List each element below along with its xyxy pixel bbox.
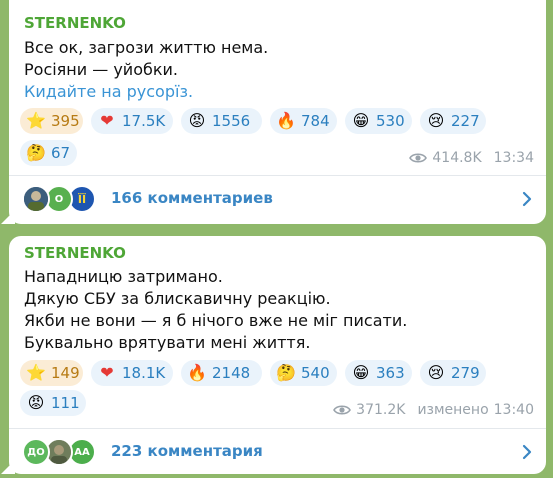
reaction-angry[interactable]: 😡 111 — [20, 390, 86, 416]
divider — [9, 175, 546, 176]
view-count: 371.2K — [356, 402, 406, 418]
heart-icon: ❤ — [100, 111, 114, 130]
heart-icon: ❤ — [100, 363, 114, 382]
message-text-line: Росіяни — уйобки. — [24, 60, 179, 79]
reaction-count: 540 — [301, 364, 330, 382]
avatar-photo-icon — [47, 440, 71, 464]
message-text-line: Буквально врятувати мені життя. — [24, 333, 311, 352]
grinning-face-icon: 😁 — [352, 363, 370, 382]
author-name[interactable]: STERNENKO — [24, 14, 126, 32]
edited-label: изменено — [417, 402, 489, 418]
crying-face-icon: 😢 — [427, 111, 445, 130]
reaction-count: 17.5K — [122, 112, 166, 130]
angry-face-icon: 😡 — [27, 393, 45, 412]
chevron-right-icon — [522, 444, 532, 460]
reaction-thinking[interactable]: 🤔 540 — [270, 360, 337, 386]
crying-face-icon: 😢 — [427, 363, 445, 382]
reaction-count: 111 — [51, 394, 80, 412]
comments-count-label[interactable]: 223 комментария — [111, 442, 263, 460]
reaction-thinking[interactable]: 🤔 67 — [20, 140, 77, 166]
reaction-cry[interactable]: 😢 279 — [420, 360, 486, 386]
eye-icon — [333, 405, 352, 415]
avatar-photo-icon — [24, 187, 48, 211]
message-time: 13:40 — [493, 402, 534, 418]
message-text-line: Якби не вони — я б нічого вже не міг пис… — [24, 311, 408, 330]
reaction-count: 67 — [51, 144, 71, 162]
reaction-count: 530 — [376, 112, 405, 130]
eye-icon — [409, 153, 428, 163]
commenter-avatar — [22, 185, 50, 213]
reaction-fire[interactable]: 🔥 784 — [270, 108, 337, 134]
fire-icon: 🔥 — [276, 111, 296, 130]
reaction-fire[interactable]: 🔥 2148 — [181, 360, 262, 386]
reaction-count: 227 — [451, 112, 480, 130]
reaction-grin[interactable]: 😁 363 — [345, 360, 412, 386]
message-meta: 414.8K 13:34 — [409, 150, 534, 166]
reaction-heart[interactable]: ❤ 18.1K — [91, 360, 173, 386]
message-bubble-1[interactable]: STERNENKO Все ок, загрози життю нема. Ро… — [1, 0, 546, 224]
bubble-tail — [1, 210, 15, 224]
reaction-angry[interactable]: 😡 1556 — [181, 108, 262, 134]
comments-button[interactable]: O ЇЇ 166 комментариев — [9, 177, 546, 221]
message-bubble-2[interactable]: STERNENKO Нападницю затримано. Дякую СБУ… — [1, 236, 546, 474]
reaction-grin[interactable]: 😁 530 — [345, 108, 412, 134]
reaction-count: 279 — [451, 364, 480, 382]
comments-count-label[interactable]: 166 комментариев — [111, 189, 273, 207]
bubble-tail — [1, 460, 15, 474]
thinking-face-icon: 🤔 — [276, 363, 296, 382]
angry-face-icon: 😡 — [188, 111, 206, 130]
thinking-face-icon: 🤔 — [26, 143, 46, 162]
star-icon: ⭐ — [26, 363, 46, 382]
comments-button[interactable]: ДО AA 223 комментария — [9, 430, 546, 474]
reaction-count: 2148 — [212, 364, 251, 382]
author-name[interactable]: STERNENKO — [24, 244, 126, 262]
reaction-count: 1556 — [212, 112, 251, 130]
reaction-heart[interactable]: ❤ 17.5K — [91, 108, 173, 134]
reaction-count: 18.1K — [122, 364, 166, 382]
message-text-line: Все ок, загрози життю нема. — [24, 38, 269, 57]
reaction-count: 395 — [51, 112, 80, 130]
chevron-right-icon — [522, 191, 532, 207]
message-text-line: Нападницю затримано. — [24, 267, 223, 286]
reaction-count: 149 — [51, 364, 80, 382]
grinning-face-icon: 😁 — [352, 111, 370, 130]
reaction-star[interactable]: ⭐ 149 — [20, 360, 83, 386]
commenter-avatar: ДО — [22, 438, 50, 466]
view-count: 414.8K — [432, 150, 482, 166]
message-meta: 371.2K изменено 13:40 — [333, 402, 534, 418]
reaction-count: 363 — [376, 364, 405, 382]
message-link[interactable]: Кидайте на русорїз. — [24, 82, 193, 101]
reaction-star[interactable]: ⭐ 395 — [20, 108, 83, 134]
message-time: 13:34 — [493, 150, 534, 166]
message-text-line: Дякую СБУ за блискавичну реакцію. — [24, 289, 331, 308]
divider — [9, 428, 546, 429]
reaction-count: 784 — [301, 112, 330, 130]
reaction-cry[interactable]: 😢 227 — [420, 108, 486, 134]
fire-icon: 🔥 — [187, 363, 207, 382]
star-icon: ⭐ — [26, 111, 46, 130]
